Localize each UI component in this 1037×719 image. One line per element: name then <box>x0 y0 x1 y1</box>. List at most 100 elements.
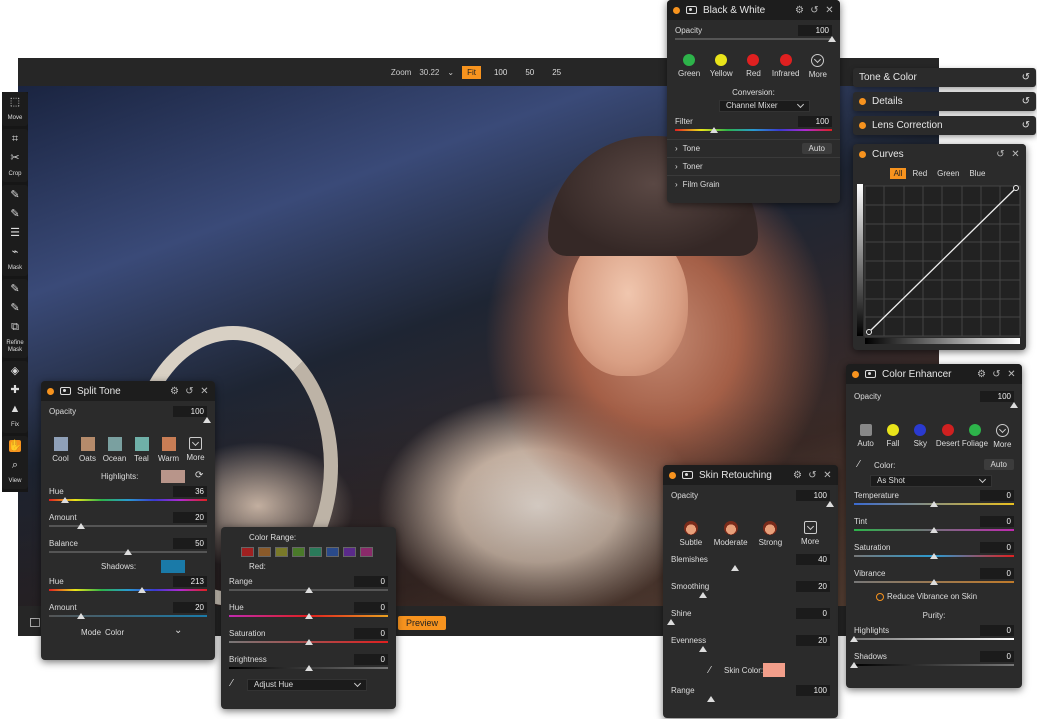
clone-stamp-icon[interactable]: ▲ <box>9 403 21 415</box>
enhancer-saturation-slider[interactable]: Saturation 0 <box>846 541 1022 561</box>
skin-blemishes-thumb[interactable] <box>730 565 739 571</box>
skin-smoothing-slider[interactable]: Smoothing 20 <box>663 580 838 600</box>
hsl-hue-value[interactable]: 0 <box>354 602 388 613</box>
skin-evenness-value[interactable]: 20 <box>796 635 830 646</box>
color-range-swatch[interactable] <box>275 547 288 557</box>
chevron-down-icon[interactable]: ⌄ <box>174 625 182 636</box>
bw-settings-icon[interactable]: ⚙ <box>795 5 804 16</box>
curves-channel-blue[interactable]: Blue <box>965 168 989 179</box>
skin-shine-slider[interactable]: Shine 0 <box>663 607 838 627</box>
split-preset-ocean[interactable]: Ocean <box>101 437 128 463</box>
refine-pen-icon[interactable]: ✎ <box>9 302 21 314</box>
refine-stamp-icon[interactable]: ⧉ <box>9 321 21 333</box>
skin-mask-icon[interactable] <box>682 471 693 479</box>
curves-black-point[interactable] <box>866 329 872 335</box>
curves-reset-icon[interactable]: ↺ <box>996 149 1005 160</box>
hand-icon[interactable]: ✋ <box>8 440 22 452</box>
enhancer-shadows-value[interactable]: 0 <box>980 651 1014 662</box>
brush-alt-icon[interactable]: ✎ <box>9 208 21 220</box>
reset-icon[interactable]: ↺ <box>1022 72 1030 83</box>
skin-preset-strong[interactable]: Strong <box>755 521 785 547</box>
skin-preset-subtle[interactable]: Subtle <box>676 521 706 547</box>
skin-evenness-slider[interactable]: Evenness 20 <box>663 634 838 654</box>
enhancer-wb-select[interactable]: As Shot <box>870 475 992 487</box>
split-settings-icon[interactable]: ⚙ <box>170 386 179 397</box>
enhancer-preset-auto[interactable]: Auto <box>852 424 879 449</box>
refine-brush-icon[interactable]: ✎ <box>9 283 21 295</box>
skin-preset-moderate[interactable]: Moderate <box>714 521 748 547</box>
enhancer-vibrance-slider[interactable]: Vibrance 0 <box>846 567 1022 587</box>
hsl-brightness-thumb[interactable] <box>304 665 313 671</box>
bw-filter-thumb[interactable] <box>710 127 719 133</box>
split-highlights-swatch[interactable] <box>161 470 185 483</box>
split-amount2-thumb[interactable] <box>76 613 85 619</box>
zoom-fit-button[interactable]: Fit <box>462 65 481 79</box>
eyedropper-icon[interactable]: ⁄ <box>858 459 860 470</box>
enhancer-temperature-thumb[interactable] <box>930 501 938 507</box>
crop-icon[interactable]: ⌗ <box>9 133 21 145</box>
hsl-hue-slider[interactable]: Hue 0 <box>221 601 396 621</box>
curves-channel-all[interactable]: All <box>889 168 907 179</box>
bw-enable-dot[interactable] <box>673 6 680 14</box>
color-range-swatch[interactable] <box>360 547 373 557</box>
bw-opacity-value[interactable]: 100 <box>798 25 832 36</box>
split-amount2-slider[interactable]: Amount 20 <box>41 601 215 621</box>
zoom-value[interactable]: 30.22 <box>419 68 439 77</box>
enhancer-reset-icon[interactable]: ↺ <box>992 369 1001 380</box>
split-preset-teal[interactable]: Teal <box>128 437 155 463</box>
color-range-swatch[interactable] <box>326 547 339 557</box>
skin-range-slider[interactable]: Range 100 <box>663 684 838 704</box>
skin-enable-dot[interactable] <box>669 471 676 479</box>
enhancer-shadows-slider[interactable]: Shadows 0 <box>846 650 1022 670</box>
color-range-swatch[interactable] <box>292 547 305 557</box>
split-close-icon[interactable]: ✕ <box>200 386 209 397</box>
enhancer-reduce-row[interactable]: Reduce Vibrance on Skin <box>846 591 1022 605</box>
details-tab[interactable]: Details ↺ <box>853 92 1036 111</box>
reset-icon[interactable]: ↺ <box>1022 120 1030 131</box>
enhancer-close-icon[interactable]: ✕ <box>1007 369 1016 380</box>
enhancer-highlights-thumb[interactable] <box>850 636 858 642</box>
bw-tone-section[interactable]: › Tone Auto <box>667 139 840 157</box>
enhancer-preset-sky[interactable]: Sky <box>907 424 934 449</box>
move-icon[interactable]: ⬚ <box>9 96 21 108</box>
enhancer-saturation-value[interactable]: 0 <box>980 542 1014 553</box>
color-range-swatch[interactable] <box>309 547 322 557</box>
details-enable-dot[interactable] <box>859 98 866 105</box>
preview-button[interactable]: Preview <box>398 616 447 630</box>
skin-blemishes-slider[interactable]: Blemishes 40 <box>663 553 838 573</box>
hsl-saturation-value[interactable]: 0 <box>354 628 388 639</box>
enhancer-temperature-slider[interactable]: Temperature 0 <box>846 489 1022 509</box>
hsl-range-slider[interactable]: Range 0 <box>221 575 396 595</box>
bw-preset-red[interactable]: Red <box>738 54 768 79</box>
bw-filter-slider[interactable]: Filter 100 <box>667 115 840 135</box>
split-opacity-thumb[interactable] <box>203 417 211 423</box>
enhancer-preset-fall[interactable]: Fall <box>879 424 906 449</box>
skin-preset-more[interactable]: More <box>795 521 825 547</box>
color-range-swatch[interactable] <box>343 547 356 557</box>
split-hue-value[interactable]: 36 <box>173 486 207 497</box>
skin-opacity-slider[interactable]: Opacity 100 <box>663 489 838 509</box>
skin-range-thumb[interactable] <box>706 696 715 702</box>
color-range-swatch[interactable] <box>241 547 254 557</box>
bw-mask-icon[interactable] <box>686 6 697 14</box>
enhancer-vibrance-thumb[interactable] <box>930 579 938 585</box>
enhancer-shadows-thumb[interactable] <box>850 662 858 668</box>
bw-preset-more[interactable]: More <box>803 54 833 79</box>
skin-settings-icon[interactable]: ⚙ <box>793 470 802 481</box>
enhancer-mask-icon[interactable] <box>865 370 876 378</box>
bw-opacity-thumb[interactable] <box>828 36 836 42</box>
bw-toner-section[interactable]: › Toner <box>667 157 840 175</box>
hsl-hue-thumb[interactable] <box>304 613 313 619</box>
enhancer-tint-value[interactable]: 0 <box>980 516 1014 527</box>
enhancer-tint-thumb[interactable] <box>930 527 938 533</box>
split-hue-thumb[interactable] <box>60 497 69 503</box>
split-reset-icon[interactable]: ↺ <box>185 386 194 397</box>
bw-preset-infrared[interactable]: Infrared <box>771 54 801 79</box>
split-balance-value[interactable]: 50 <box>173 538 207 549</box>
curves-enable-dot[interactable] <box>859 150 866 158</box>
color-range-swatch[interactable] <box>258 547 271 557</box>
curves-graph[interactable] <box>857 184 1022 344</box>
bw-preset-yellow[interactable]: Yellow <box>706 54 736 79</box>
curves-close-icon[interactable]: ✕ <box>1011 149 1020 160</box>
enhancer-auto-button[interactable]: Auto <box>983 459 1014 470</box>
